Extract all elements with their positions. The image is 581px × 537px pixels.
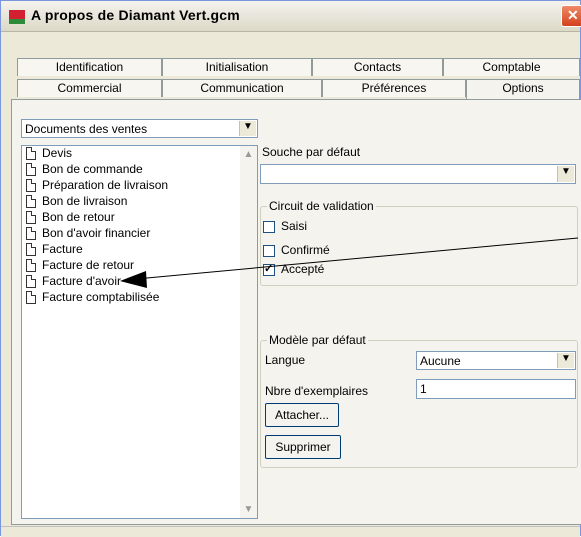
arrowhead-icon: [120, 271, 147, 288]
annotation-arrow: [120, 237, 579, 288]
